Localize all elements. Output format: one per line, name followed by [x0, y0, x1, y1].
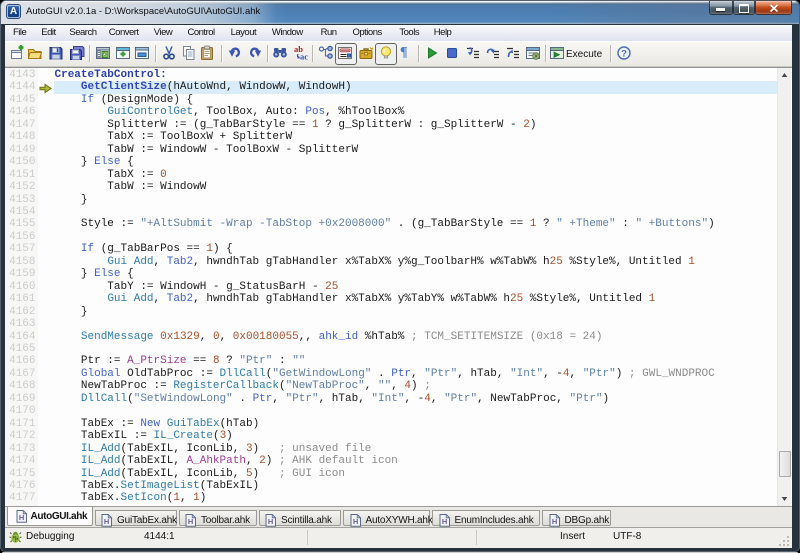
svg-text:H: H: [188, 517, 193, 526]
svg-text:?: ?: [621, 49, 627, 60]
svg-text:H: H: [441, 517, 446, 526]
svg-text:H: H: [268, 517, 273, 526]
svg-text:ac: ac: [300, 52, 308, 62]
svg-text:H: H: [352, 517, 357, 526]
svg-text:H: H: [18, 513, 23, 522]
svg-text:H: H: [551, 517, 556, 526]
svg-text:H: H: [104, 517, 109, 526]
